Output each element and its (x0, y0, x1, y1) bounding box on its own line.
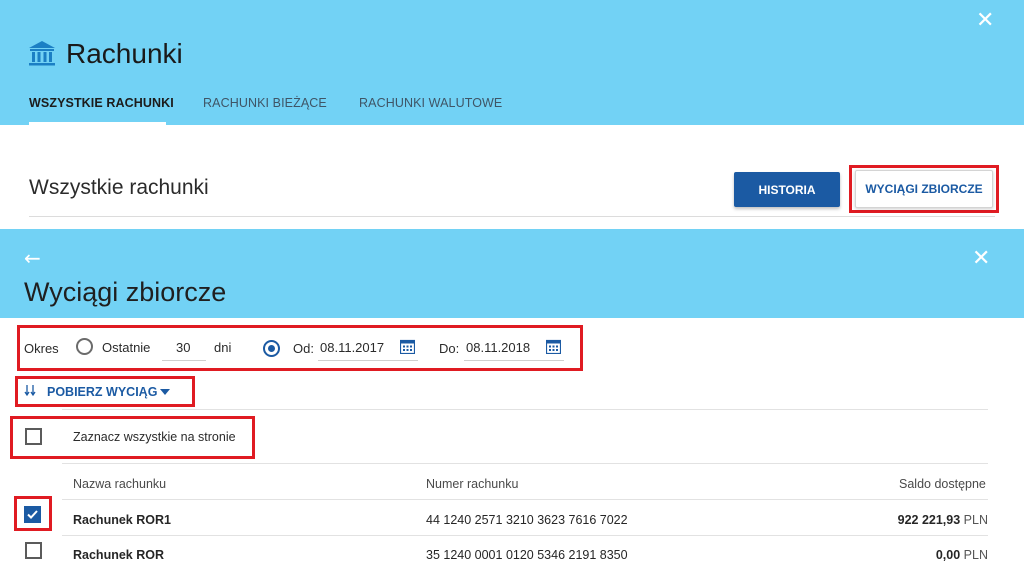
calendar-icon[interactable] (400, 339, 415, 354)
tab-currency-accounts[interactable]: RACHUNKI WALUTOWE (359, 96, 502, 110)
column-header-number: Numer rachunku (426, 477, 519, 491)
column-header-name: Nazwa rachunku (73, 477, 167, 491)
section-title: Wszystkie rachunki (29, 176, 209, 199)
period-label: Okres (24, 341, 59, 356)
input-underline (162, 360, 206, 361)
currency-label: PLN (963, 513, 988, 527)
arrow-left-icon[interactable]: ← (24, 246, 41, 270)
select-all-checkbox[interactable] (25, 428, 42, 445)
currency-label: PLN (963, 548, 988, 562)
divider (62, 463, 988, 464)
panel-title: Wyciągi zbiorcze (24, 277, 227, 307)
to-date-input[interactable]: 08.11.2018 (466, 340, 530, 355)
radio-date-range[interactable] (263, 340, 280, 357)
history-button[interactable]: HISTORIA (734, 172, 840, 207)
tab-all-accounts[interactable]: WSZYSTKIE RACHUNKI (29, 96, 174, 110)
select-all-label: Zaznacz wszystkie na stronie (73, 430, 236, 444)
check-icon (27, 510, 38, 519)
account-name[interactable]: Rachunek ROR (73, 548, 164, 562)
row-checkbox[interactable] (25, 542, 42, 559)
account-number: 44 1240 2571 3210 3623 7616 7022 (426, 513, 628, 527)
download-statement-button[interactable]: POBIERZ WYCIĄG (47, 385, 157, 399)
page-title: Rachunki (66, 38, 183, 69)
account-name[interactable]: Rachunek ROR1 (73, 513, 171, 527)
active-tab-indicator (29, 122, 166, 125)
balance-value: 922 221,93 (897, 513, 961, 527)
to-label: Do: (439, 341, 460, 356)
statements-button[interactable]: WYCIĄGI ZBIORCZE (855, 170, 993, 208)
column-header-balance: Saldo dostępne (899, 477, 986, 491)
radio-last-days[interactable] (76, 338, 93, 355)
account-number: 35 1240 0001 0120 5346 2191 8350 (426, 548, 628, 562)
days-label: dni (214, 340, 232, 355)
divider (62, 535, 988, 536)
close-icon[interactable]: ✕ (976, 10, 994, 32)
download-icon (24, 385, 36, 397)
calendar-icon[interactable] (546, 339, 561, 354)
account-balance: 922 221,93 PLN (898, 513, 988, 527)
from-date-input[interactable]: 08.11.2017 (320, 340, 384, 355)
divider (62, 409, 988, 410)
divider (62, 499, 988, 500)
last-label: Ostatnie (102, 340, 151, 355)
bank-icon (29, 41, 55, 66)
balance-value: 0,00 (935, 548, 961, 562)
row-checkbox[interactable] (24, 506, 41, 523)
close-icon[interactable]: ✕ (972, 248, 990, 270)
chevron-down-icon[interactable] (159, 388, 171, 396)
tab-current-accounts[interactable]: RACHUNKI BIEŻĄCE (203, 96, 327, 110)
input-underline (464, 360, 564, 361)
last-days-input[interactable]: 30 (176, 340, 190, 355)
divider (29, 216, 995, 217)
account-balance: 0,00 PLN (936, 548, 988, 562)
from-label: Od: (293, 341, 314, 356)
input-underline (318, 360, 418, 361)
